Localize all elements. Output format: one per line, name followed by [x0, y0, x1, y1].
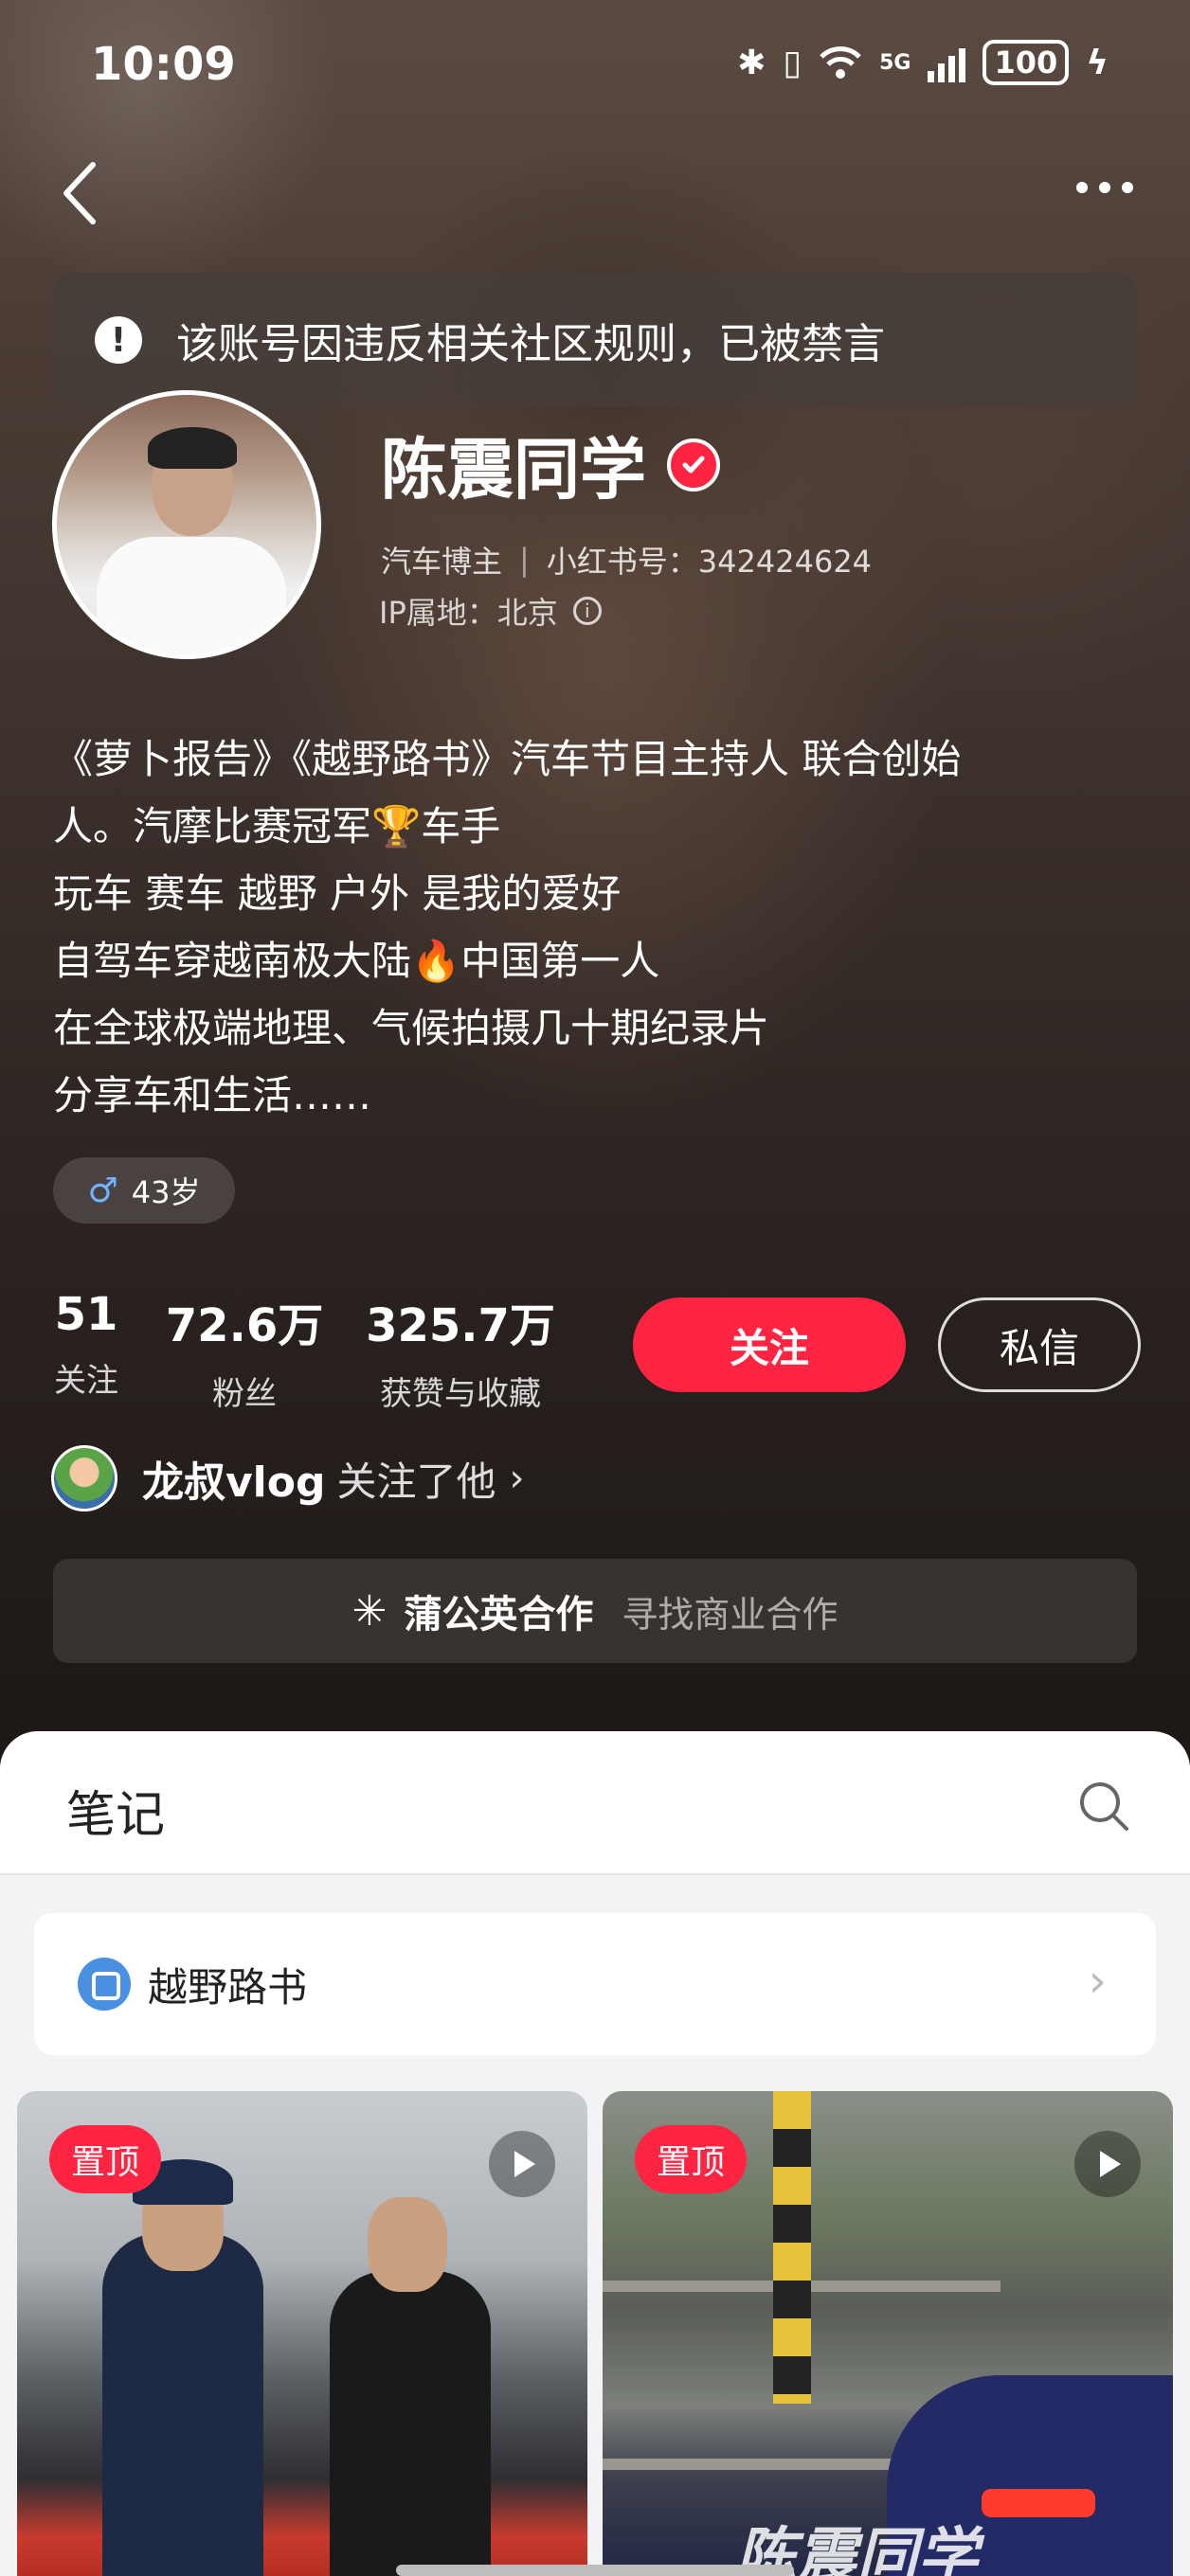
- stat-value: 51: [54, 1288, 118, 1341]
- content-header: 笔记: [0, 1731, 1190, 1875]
- network-label: 5G: [879, 50, 911, 75]
- stat-label: 粉丝: [212, 1375, 277, 1413]
- play-icon: [489, 2131, 555, 2197]
- content-sheet: 笔记 越野路书 › 置顶 陈震同学 置顶: [0, 1731, 1190, 2576]
- follow-button[interactable]: 关注: [633, 1297, 906, 1392]
- stat-followers[interactable]: 72.6万 粉丝: [161, 1288, 328, 1414]
- more-dot: [1122, 182, 1133, 193]
- thumbnail-barrier-pole: [773, 2091, 811, 2404]
- thumbnail-taillight: [982, 2489, 1095, 2517]
- signal-icon: [928, 43, 966, 82]
- tab-notes[interactable]: 笔记: [66, 1775, 165, 1846]
- profile-name-text: 陈震同学: [381, 431, 646, 509]
- age-label: 43岁: [131, 1174, 201, 1210]
- back-button[interactable]: [55, 159, 106, 227]
- thumbnail-figure: [102, 2233, 263, 2576]
- stat-likes-collects[interactable]: 325.7万 获赞与收藏: [356, 1288, 565, 1414]
- more-dot: [1076, 182, 1088, 193]
- note-card[interactable]: 陈震同学 置顶: [603, 2091, 1173, 2576]
- collection-item[interactable]: 越野路书 ›: [34, 1913, 1156, 2055]
- stat-following[interactable]: 51 关注: [53, 1288, 119, 1401]
- dandelion-cooperation-button[interactable]: ✳ 蒲公英合作 寻找商业合作: [53, 1559, 1137, 1663]
- ip-location-text: IP属地：北京: [379, 595, 558, 631]
- info-icon[interactable]: i: [572, 597, 602, 625]
- bio-line: 分享车和生活……: [53, 1072, 372, 1118]
- status-icons: ✱ ▯ 5G 100 ϟ: [737, 40, 1109, 85]
- creator-tag: 汽车博主: [381, 544, 503, 580]
- chevron-right-icon: ›: [509, 1457, 525, 1500]
- search-icon[interactable]: [1076, 1779, 1131, 1834]
- chevron-right-icon: ›: [1088, 1955, 1107, 2008]
- stat-label: 获赞与收藏: [380, 1375, 541, 1413]
- wifi-icon: [820, 46, 861, 79]
- bluetooth-icon: ✱: [737, 43, 766, 82]
- profile-meta: 汽车博主 | 小红书号：342424624: [381, 538, 872, 581]
- ip-location: IP属地：北京 i: [379, 589, 602, 633]
- stat-label: 关注: [54, 1362, 118, 1400]
- ban-notice: ! 该账号因违反相关社区规则，已被禁言: [53, 273, 1137, 407]
- profile-avatar[interactable]: [52, 390, 321, 659]
- bio-line: 人。汽摩比赛冠军🏆车手: [53, 803, 501, 850]
- collection-icon: [78, 1958, 131, 2011]
- thumbnail-figure: [330, 2271, 491, 2576]
- meta-separator: |: [519, 542, 530, 578]
- mutual-follow-row[interactable]: 龙叔vlog 关注了他 ›: [51, 1445, 525, 1512]
- stat-value: 325.7万: [366, 1299, 555, 1352]
- note-card[interactable]: 置顶: [17, 2091, 587, 2576]
- age-tag: ♂ 43岁: [53, 1157, 235, 1224]
- bio-line: 在全球极端地理、气候拍摄几十期纪录片: [53, 1005, 770, 1051]
- pinned-badge: 置顶: [49, 2125, 161, 2193]
- play-icon: [1074, 2131, 1141, 2197]
- bio-line: 《萝卜报告》《越野路书》汽车节目主持人 联合创始: [53, 736, 962, 782]
- more-options-button[interactable]: [1067, 169, 1143, 206]
- dandelion-subtitle: 寻找商业合作: [622, 1593, 838, 1636]
- male-icon: ♂: [87, 1171, 118, 1210]
- vibrate-icon: ▯: [783, 43, 802, 82]
- mutual-avatar: [51, 1445, 117, 1512]
- status-time: 10:09: [91, 38, 236, 91]
- pinned-badge: 置顶: [635, 2125, 747, 2193]
- profile-bio: 《萝卜报告》《越野路书》汽车节目主持人 联合创始 人。汽摩比赛冠军🏆车手 玩车 …: [53, 725, 1143, 1129]
- stat-value: 72.6万: [165, 1299, 324, 1352]
- message-button[interactable]: 私信: [938, 1297, 1141, 1392]
- user-id: 小红书号：342424624: [546, 544, 873, 580]
- collection-title: 越野路书: [148, 1963, 308, 2011]
- bio-line: 玩车 赛车 越野 户外 是我的爱好: [53, 870, 622, 917]
- avatar-hair: [148, 427, 237, 469]
- mutual-name: 龙叔vlog: [142, 1458, 326, 1507]
- dandelion-title: 蒲公英合作: [404, 1593, 594, 1637]
- dandelion-icon: ✳: [352, 1586, 388, 1636]
- home-indicator[interactable]: [396, 2565, 794, 2576]
- more-dot: [1099, 182, 1110, 193]
- alert-circle-icon: !: [95, 316, 142, 364]
- avatar-figure: [97, 537, 286, 654]
- charging-icon: ϟ: [1086, 43, 1109, 82]
- mutual-text: 关注了他: [336, 1458, 496, 1505]
- thumbnail-figure-head: [368, 2197, 447, 2292]
- bio-line: 自驾车穿越南极大陆🔥中国第一人: [53, 938, 660, 984]
- ban-notice-text: 该账号因违反相关社区规则，已被禁言: [176, 320, 885, 368]
- battery-indicator: 100: [983, 40, 1070, 85]
- verified-check-icon: [667, 438, 720, 492]
- profile-name: 陈震同学: [381, 417, 720, 512]
